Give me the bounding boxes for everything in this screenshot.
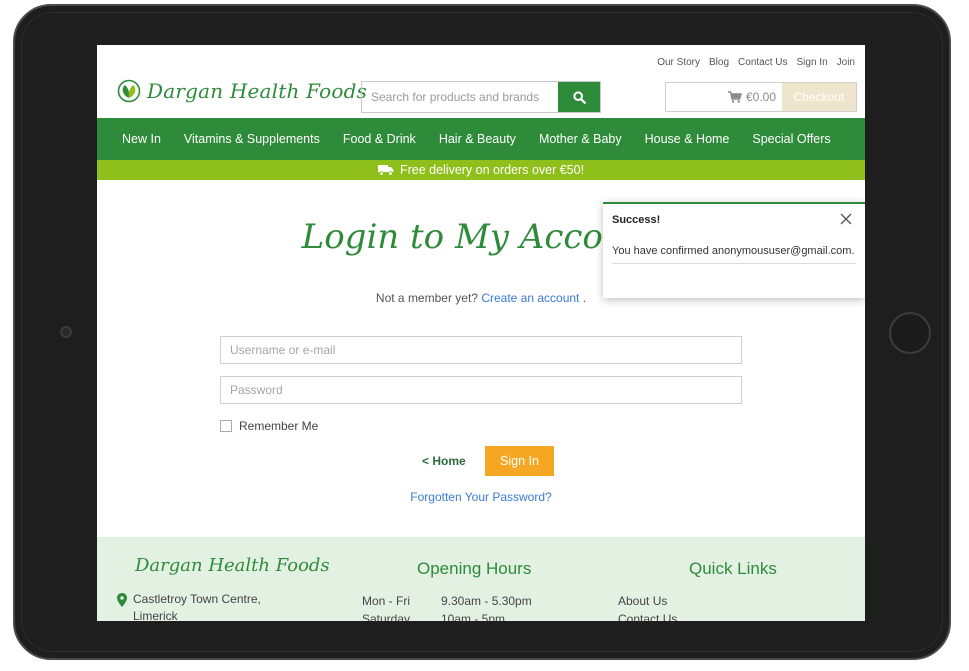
map-pin-icon <box>117 593 127 607</box>
quick-link-about-us[interactable]: About Us <box>618 592 677 610</box>
main-nav: New In Vitamins & Supplements Food & Dri… <box>97 118 865 160</box>
top-link-blog[interactable]: Blog <box>709 57 729 68</box>
username-field[interactable] <box>220 336 742 364</box>
forgot-password-link[interactable]: Forgotten Your Password? <box>97 490 865 504</box>
success-toast: Success! You have confirmed anonymoususe… <box>603 202 865 298</box>
remember-me-checkbox[interactable] <box>220 420 232 432</box>
remember-me[interactable]: Remember Me <box>220 419 318 433</box>
quick-links-title: Quick Links <box>689 559 777 578</box>
nav-house-home[interactable]: House & Home <box>645 132 730 146</box>
checkout-button[interactable]: Checkout <box>782 83 856 111</box>
nav-hair-beauty[interactable]: Hair & Beauty <box>439 132 516 146</box>
hours-time: 9.30am - 5.30pm <box>441 594 532 608</box>
delivery-banner: Free delivery on orders over €50! <box>97 160 865 180</box>
footer-brand: Dargan Health Foods <box>135 555 330 576</box>
nav-special-offers[interactable]: Special Offers <box>752 132 830 146</box>
opening-hours-list: Mon - Fri 9.30am - 5.30pm Saturday 10am … <box>362 592 532 621</box>
address-line-1: Castletroy Town Centre, <box>133 592 261 606</box>
logo-text: Dargan Health Foods <box>147 79 368 103</box>
nav-vitamins-supplements[interactable]: Vitamins & Supplements <box>184 132 320 146</box>
address-line-2: Limerick <box>133 609 178 621</box>
nav-mother-baby[interactable]: Mother & Baby <box>539 132 622 146</box>
top-link-our-story[interactable]: Our Story <box>657 57 700 68</box>
toast-title: Success! <box>612 214 661 226</box>
hours-time: 10am - 5pm <box>441 612 506 621</box>
nav-food-drink[interactable]: Food & Drink <box>343 132 416 146</box>
create-account-link[interactable]: Create an account <box>481 291 579 305</box>
footer-address: Castletroy Town Centre, Limerick <box>117 591 261 621</box>
search-input[interactable] <box>362 82 558 112</box>
not-member-prefix: Not a member yet? <box>375 291 478 305</box>
shopping-cart-icon <box>727 91 742 103</box>
leaf-logo-icon <box>117 79 141 103</box>
top-link-join[interactable]: Join <box>837 57 855 68</box>
top-link-sign-in[interactable]: Sign In <box>797 57 828 68</box>
sign-in-button[interactable]: Sign In <box>485 446 554 476</box>
quick-link-contact-us[interactable]: Contact Us <box>618 610 677 621</box>
truck-icon <box>377 165 394 176</box>
not-member-suffix: . <box>582 291 587 305</box>
cart-total: €0.00 <box>745 90 776 104</box>
opening-hours-title: Opening Hours <box>417 559 532 578</box>
remember-me-label: Remember Me <box>239 419 319 433</box>
home-button[interactable] <box>889 312 931 354</box>
search-icon <box>572 90 586 104</box>
close-icon[interactable] <box>839 212 853 226</box>
hours-day: Mon - Fri <box>362 594 410 608</box>
cart-widget: €0.00 Checkout <box>665 82 857 112</box>
top-link-contact-us[interactable]: Contact Us <box>738 57 787 68</box>
search-bar <box>361 81 601 113</box>
password-field[interactable] <box>220 376 742 404</box>
home-link[interactable]: < Home <box>422 454 466 468</box>
delivery-text: Free delivery on orders over €50! <box>399 163 585 177</box>
hours-day: Saturday <box>362 612 411 621</box>
quick-links-list: About Us Contact Us <box>618 592 677 621</box>
nav-new-in[interactable]: New In <box>122 132 161 146</box>
top-links: Our Story Blog Contact Us Sign In Join <box>657 57 855 68</box>
toast-message: You have confirmed anonymoususer@gmail.c… <box>612 243 856 264</box>
hours-row: Mon - Fri 9.30am - 5.30pm <box>362 592 532 610</box>
site-logo[interactable]: Dargan Health Foods <box>117 79 367 103</box>
cart-total-area[interactable]: €0.00 <box>666 83 782 111</box>
search-button[interactable] <box>558 82 600 112</box>
camera-icon <box>60 326 72 338</box>
browser-screen: Our Story Blog Contact Us Sign In Join D… <box>97 45 865 621</box>
hours-row: Saturday 10am - 5pm <box>362 610 532 621</box>
footer: Dargan Health Foods Castletroy Town Cent… <box>97 537 865 621</box>
